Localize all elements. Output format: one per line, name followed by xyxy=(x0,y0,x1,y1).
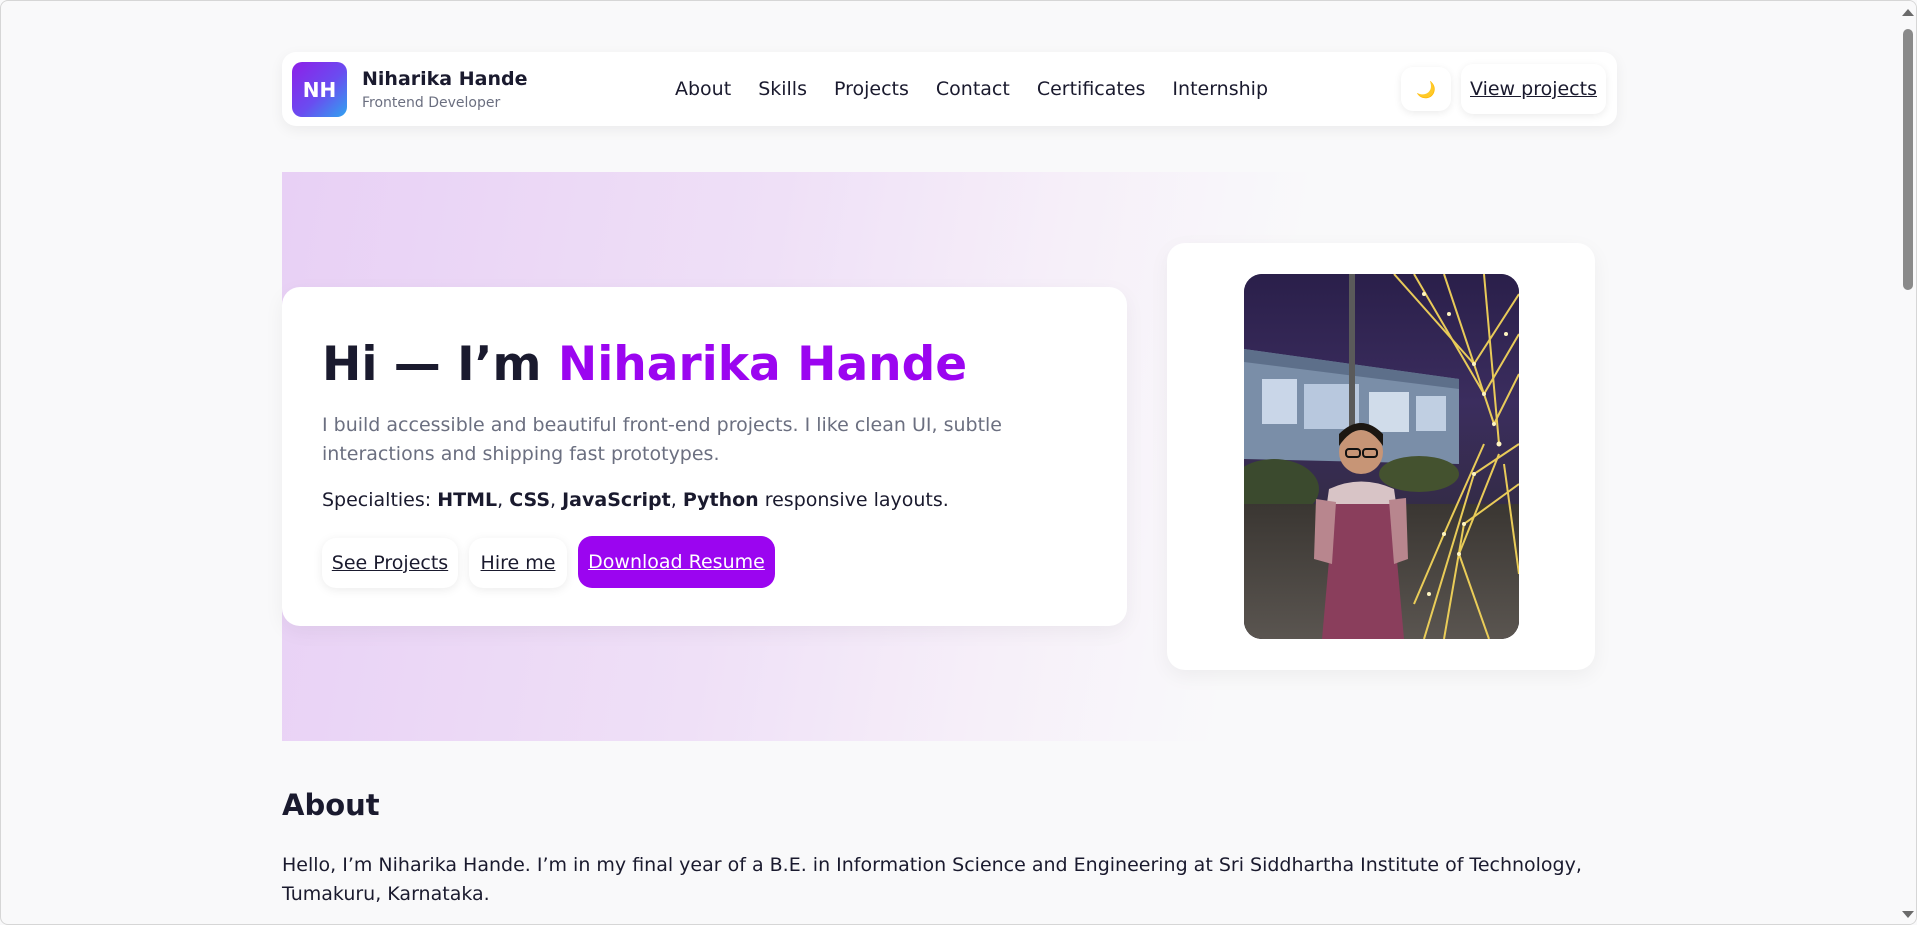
nav-link-skills[interactable]: Skills xyxy=(758,78,807,100)
hero-title-name: Niharika Hande xyxy=(557,337,968,392)
specialty-html: HTML xyxy=(437,489,498,511)
about-heading: About xyxy=(282,788,380,822)
nav-link-internship[interactable]: Internship xyxy=(1172,78,1268,100)
brand-role: Frontend Developer xyxy=(362,95,501,111)
hire-me-button[interactable]: Hire me xyxy=(469,538,567,588)
main-nav: About Skills Projects Contact Certificat… xyxy=(675,52,1295,126)
site-header: NH Niharika Hande Frontend Developer Abo… xyxy=(282,52,1617,126)
hero-specialties: Specialties: HTML, CSS, JavaScript, Pyth… xyxy=(322,489,949,511)
view-projects-button[interactable]: View projects xyxy=(1461,64,1606,114)
specialties-suffix: responsive layouts. xyxy=(758,489,949,511)
about-text: Hello, I’m Niharika Hande. I’m in my fin… xyxy=(282,854,1582,905)
specialty-javascript: JavaScript xyxy=(562,489,671,511)
hero-title-prefix: Hi — I’m xyxy=(322,337,558,392)
hero-title: Hi — I’m Niharika Hande xyxy=(322,337,967,392)
scroll-up-arrow-icon[interactable] xyxy=(1902,9,1914,16)
nav-link-about[interactable]: About xyxy=(675,78,731,100)
nav-link-certificates[interactable]: Certificates xyxy=(1037,78,1146,100)
specialty-css: CSS xyxy=(509,489,551,511)
specialty-python: Python xyxy=(682,489,759,511)
specialties-label: Specialties: xyxy=(322,489,438,511)
profile-photo-image xyxy=(1244,274,1519,639)
theme-toggle-button[interactable]: 🌙 xyxy=(1401,67,1451,111)
moon-icon: 🌙 xyxy=(1416,79,1436,99)
hero-card: Hi — I’m Niharika Hande I build accessib… xyxy=(282,287,1127,626)
hero-description: I build accessible and beautiful front-e… xyxy=(322,414,1002,465)
see-projects-button[interactable]: See Projects xyxy=(322,538,458,588)
vertical-scrollbar[interactable] xyxy=(1899,1,1916,924)
nav-link-contact[interactable]: Contact xyxy=(936,78,1010,100)
scroll-down-arrow-icon[interactable] xyxy=(1902,911,1914,918)
profile-photo xyxy=(1244,274,1519,639)
download-resume-button[interactable]: Download Resume xyxy=(578,536,775,588)
brand-name: Niharika Hande xyxy=(362,68,528,90)
scrollbar-thumb[interactable] xyxy=(1903,29,1913,290)
profile-photo-card xyxy=(1167,243,1595,670)
browser-viewport: NH Niharika Hande Frontend Developer Abo… xyxy=(0,0,1917,925)
logo-avatar[interactable]: NH xyxy=(292,62,347,117)
nav-link-projects[interactable]: Projects xyxy=(834,78,909,100)
